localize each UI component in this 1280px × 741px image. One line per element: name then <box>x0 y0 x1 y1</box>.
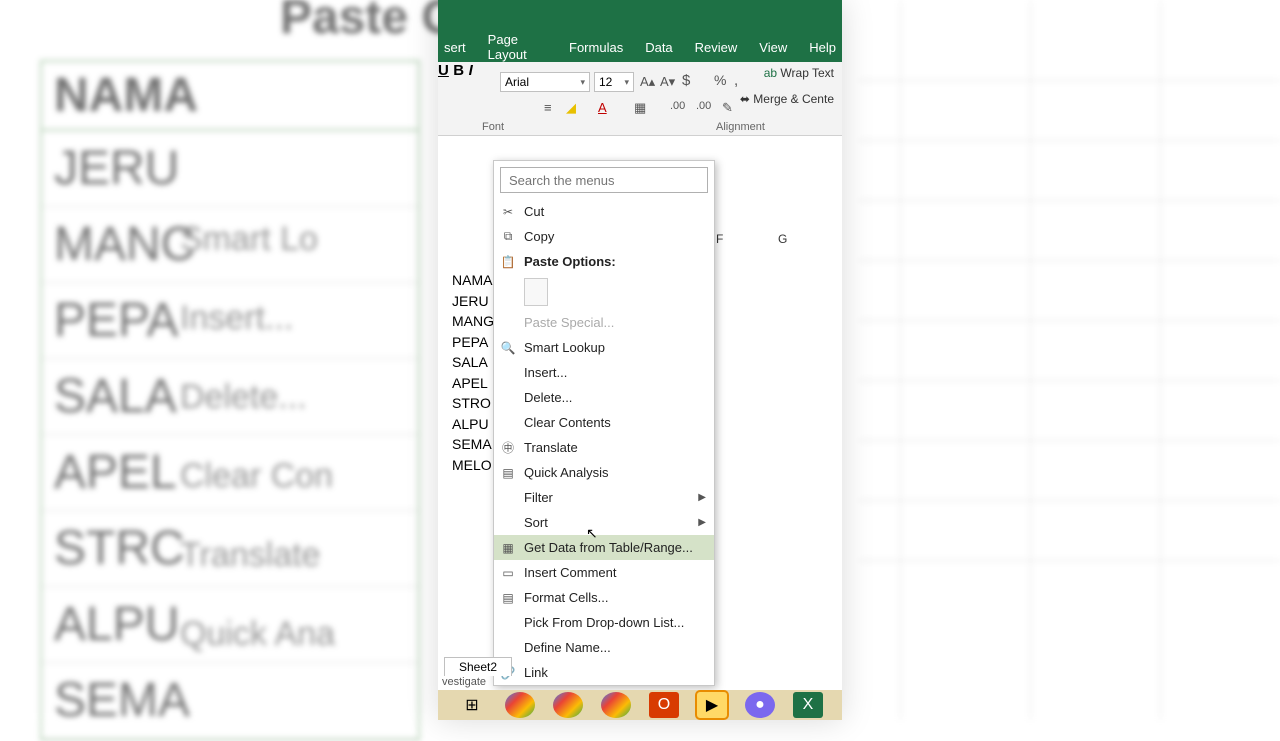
comment-icon: ▭ <box>500 565 516 581</box>
decrease-decimal-icon[interactable]: .00 <box>696 100 711 112</box>
menu-insert[interactable]: Insert... <box>494 360 714 385</box>
search-icon: 🔍 <box>500 340 516 356</box>
bold-button[interactable]: B <box>453 62 464 79</box>
copy-icon: ⧉ <box>500 229 516 245</box>
font-name-combo[interactable]: Arial▾ <box>500 72 590 92</box>
status-bar: vestigate <box>438 676 842 690</box>
taskbar: ⊞ O ▶ ● X <box>438 690 842 720</box>
format-painter-icon[interactable]: ✎ <box>722 100 733 116</box>
menu-copy[interactable]: ⧉Copy <box>494 224 714 249</box>
menu-paste-special: Paste Special... <box>494 310 714 335</box>
col-header-f[interactable]: F <box>716 232 723 246</box>
tab-insert[interactable]: sert <box>444 40 466 55</box>
sheet-tab[interactable]: Sheet2 <box>444 657 512 676</box>
align-icon[interactable]: ≡ <box>544 100 552 115</box>
underline-button[interactable]: U <box>438 62 449 79</box>
excel-icon[interactable]: X <box>793 692 823 718</box>
italic-button[interactable]: I <box>469 62 473 79</box>
chevron-right-icon: ▶ <box>698 517 706 528</box>
menu-filter[interactable]: Filter▶ <box>494 485 714 510</box>
titlebar <box>438 0 842 32</box>
increase-decimal-icon[interactable]: .00 <box>670 100 685 112</box>
decrease-font-icon[interactable]: A▾ <box>660 74 675 90</box>
border-icon[interactable]: ▦ <box>634 100 646 116</box>
menu-delete[interactable]: Delete... <box>494 385 714 410</box>
paste-icon[interactable] <box>524 278 548 306</box>
menu-search-input[interactable] <box>500 167 708 193</box>
quick-analysis-icon: ▤ <box>500 465 516 481</box>
menu-paste-options: 📋Paste Options: <box>494 249 714 274</box>
col-header-g[interactable]: G <box>778 232 787 246</box>
menu-define-name[interactable]: Define Name... <box>494 635 714 660</box>
chrome-icon[interactable] <box>505 692 535 718</box>
chrome-icon[interactable] <box>601 692 631 718</box>
menu-get-data[interactable]: ▦Get Data from Table/Range... <box>494 535 714 560</box>
tab-review[interactable]: Review <box>695 40 738 55</box>
context-menu: ✂Cut ⧉Copy 📋Paste Options: Paste Special… <box>493 160 715 686</box>
tab-formulas[interactable]: Formulas <box>569 40 623 55</box>
ribbon-tabs: sert Page Layout Formulas Data Review Vi… <box>438 32 842 62</box>
app-icon[interactable]: ● <box>745 692 775 718</box>
clipboard-icon: 📋 <box>500 254 516 270</box>
menu-translate[interactable]: ㊥Translate <box>494 435 714 460</box>
excel-window: sert Page Layout Formulas Data Review Vi… <box>438 0 842 720</box>
fill-color-icon[interactable]: ◢ <box>566 100 576 116</box>
chrome-icon[interactable] <box>553 692 583 718</box>
menu-smart-lookup[interactable]: 🔍Smart Lookup <box>494 335 714 360</box>
menu-sort[interactable]: Sort▶ <box>494 510 714 535</box>
group-font: Font <box>482 121 504 133</box>
menu-quick-analysis[interactable]: ▤Quick Analysis <box>494 460 714 485</box>
translate-icon: ㊥ <box>500 440 516 456</box>
percent-icon[interactable]: % <box>714 72 726 88</box>
font-color-icon[interactable]: A <box>598 100 607 115</box>
bg-title: Paste O <box>280 0 459 45</box>
menu-format-cells[interactable]: ▤Format Cells... <box>494 585 714 610</box>
tab-page-layout[interactable]: Page Layout <box>488 32 547 62</box>
currency-icon[interactable]: $ <box>682 72 690 89</box>
menu-insert-comment[interactable]: ▭Insert Comment <box>494 560 714 585</box>
menu-pick-dropdown[interactable]: Pick From Drop-down List... <box>494 610 714 635</box>
comma-icon[interactable]: , <box>734 72 738 89</box>
windows-start-icon[interactable]: ⊞ <box>457 692 487 718</box>
table-icon: ▦ <box>500 540 516 556</box>
menu-clear-contents[interactable]: Clear Contents <box>494 410 714 435</box>
wrap-text-button[interactable]: ab Wrap Text <box>764 66 834 80</box>
tab-help[interactable]: Help <box>809 40 836 55</box>
bg-menu: Smart LoInsert...Delete... Clear ConTran… <box>180 200 335 674</box>
merge-center-button[interactable]: ⬌ Merge & Cente <box>740 92 834 106</box>
ribbon: Arial▾ 12▾ A▴ A▾ $ % , U B I ≡ ◢ A ▦ .00… <box>438 62 842 136</box>
tab-data[interactable]: Data <box>645 40 672 55</box>
chevron-right-icon: ▶ <box>698 492 706 503</box>
font-size-combo[interactable]: 12▾ <box>594 72 634 92</box>
format-icon: ▤ <box>500 590 516 606</box>
increase-font-icon[interactable]: A▴ <box>640 74 655 90</box>
menu-cut[interactable]: ✂Cut <box>494 199 714 224</box>
paste-option-row <box>494 274 714 310</box>
group-alignment: Alignment <box>716 121 765 133</box>
office-icon[interactable]: O <box>649 692 679 718</box>
scissors-icon: ✂ <box>500 204 516 220</box>
tab-view[interactable]: View <box>759 40 787 55</box>
app-icon[interactable]: ▶ <box>697 692 727 718</box>
